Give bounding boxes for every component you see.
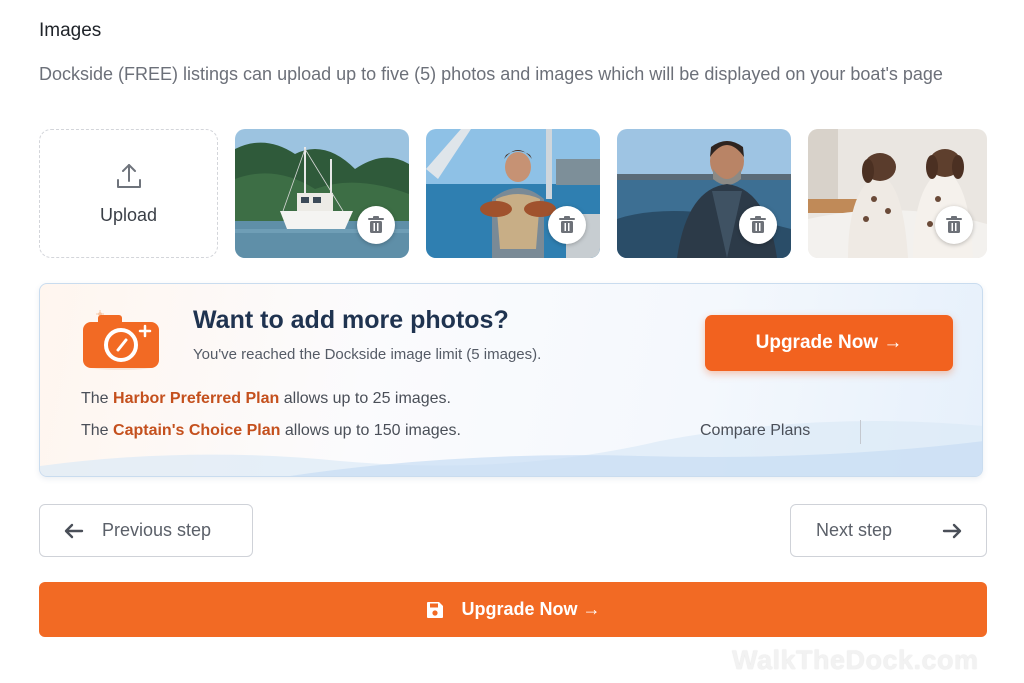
photo-thumbnail[interactable] <box>235 129 409 258</box>
delete-photo-button[interactable] <box>739 206 777 244</box>
delete-photo-button[interactable] <box>548 206 586 244</box>
next-step-label: Next step <box>816 520 893 540</box>
plan-info-prefix: The <box>81 390 114 407</box>
arrow-left-icon <box>64 523 84 538</box>
photo-thumbnail[interactable] <box>426 129 600 258</box>
divider <box>860 420 861 444</box>
trash-icon <box>368 216 384 233</box>
photo-thumbnail[interactable] <box>617 129 791 258</box>
watermark: WalkTheDock.com <box>732 645 979 675</box>
upgrade-now-button[interactable]: Upgrade Now → <box>705 315 953 371</box>
upload-label: Upload <box>99 205 158 225</box>
plan-info-captain: The Captain's Choice Plan allows up to 1… <box>81 422 461 440</box>
upgrade-promo-card: Want to add more photos? You've reached … <box>39 283 983 477</box>
plan-info-suffix: allows up to 150 images. <box>280 422 461 439</box>
promo-title: Want to add more photos? <box>193 306 509 334</box>
upload-icon <box>116 164 141 188</box>
plan-name-harbor-preferred: Harbor Preferred Plan <box>113 390 280 407</box>
section-description: Dockside (FREE) listings can upload up t… <box>39 64 943 84</box>
upgrade-now-footer-label: Upgrade Now → <box>461 599 601 619</box>
photo-thumbnail[interactable] <box>808 129 987 258</box>
delete-photo-button[interactable] <box>935 206 973 244</box>
trash-icon <box>750 216 766 233</box>
plan-info-harbor: The Harbor Preferred Plan allows up to 2… <box>81 390 451 408</box>
arrow-right-icon <box>942 523 962 539</box>
previous-step-label: Previous step <box>102 520 212 540</box>
trash-icon <box>559 216 575 233</box>
next-step-button[interactable]: Next step <box>790 504 987 557</box>
promo-subtitle: You've reached the Dockside image limit … <box>193 346 542 363</box>
delete-photo-button[interactable] <box>357 206 395 244</box>
compare-plans-link[interactable]: Compare Plans <box>700 422 810 440</box>
plan-info-suffix: allows up to 25 images. <box>279 390 451 407</box>
previous-step-button[interactable]: Previous step <box>39 504 253 557</box>
plan-info-prefix: The <box>81 422 114 439</box>
wave-decoration <box>40 421 982 476</box>
camera-add-icon <box>83 310 159 370</box>
upload-button[interactable]: Upload <box>39 129 218 258</box>
images-row: Upload <box>39 129 987 258</box>
plan-name-captains-choice: Captain's Choice Plan <box>113 422 281 439</box>
section-title: Images <box>39 20 102 41</box>
trash-icon <box>946 216 962 233</box>
save-icon <box>427 601 444 618</box>
upgrade-now-footer-button[interactable]: Upgrade Now → <box>39 582 987 637</box>
